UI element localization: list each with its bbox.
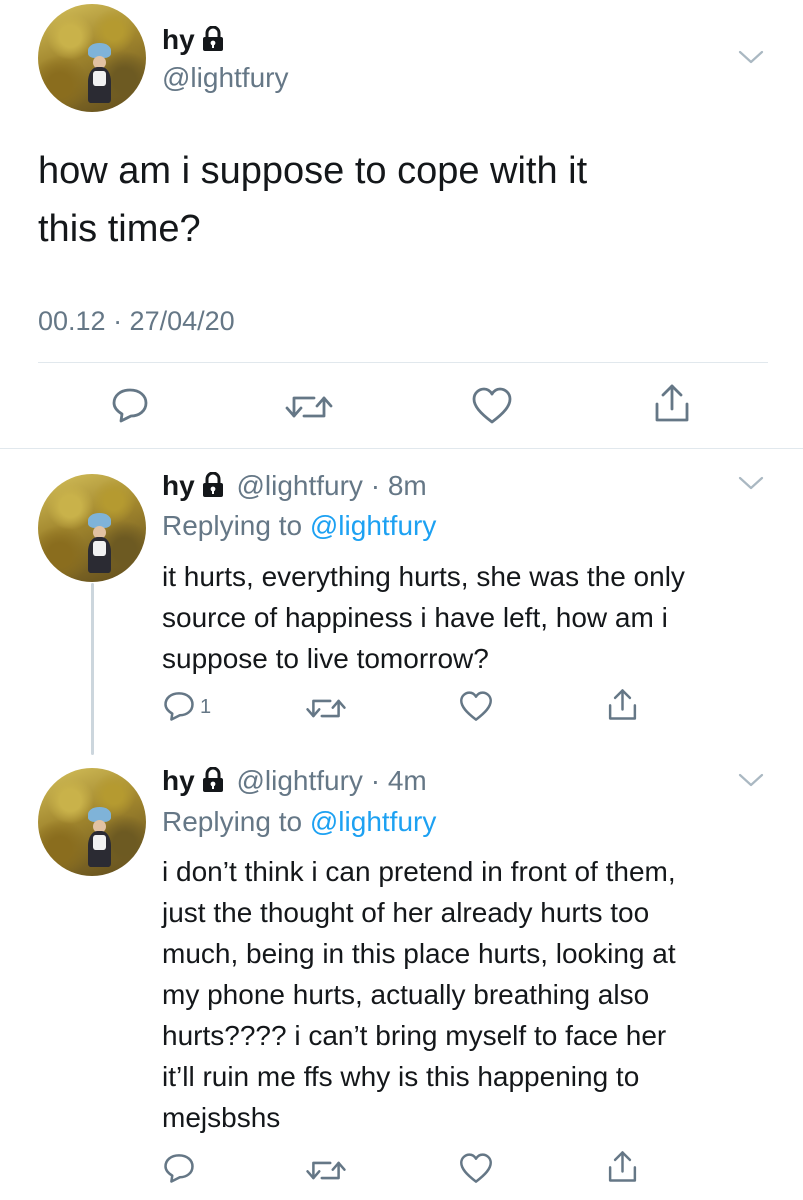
reply-icon[interactable] [162,1152,196,1184]
avatar[interactable] [38,768,146,876]
replying-to: Replying to @lightfury [162,806,436,838]
author-name-text: hy [162,24,195,55]
reply-icon[interactable] [162,690,196,722]
thread-line [91,583,94,755]
handle-time[interactable]: @lightfury · 4m [236,765,426,796]
like-icon[interactable] [458,1152,494,1185]
reply-text-line: i don’t think i can pretend in front of … [162,856,676,887]
chevron-down-icon[interactable] [737,48,765,66]
tweet-text-line: this time? [38,208,201,250]
tweet-text: how am i suppose to cope with it this ti… [38,142,587,258]
handle-time[interactable]: @lightfury · 8m [236,470,426,501]
replying-to-label: Replying to [162,806,310,837]
share-icon[interactable] [652,382,692,424]
lock-icon [202,767,223,792]
reply-header: hy @lightfury · 8m [162,470,427,502]
replying-to: Replying to @lightfury [162,510,436,542]
divider [38,362,768,363]
reply-header: hy @lightfury · 4m [162,765,427,797]
reply-text-line: suppose to live tomorrow? [162,643,489,674]
reply-icon[interactable] [110,386,150,424]
avatar[interactable] [38,474,146,582]
lock-icon [202,26,223,51]
tweet-text-line: how am i suppose to cope with it [38,150,588,192]
chevron-down-icon[interactable] [737,474,765,492]
reply-text-line: hurts???? i can’t bring myself to face h… [162,1020,667,1051]
share-icon[interactable] [606,1149,639,1184]
reply-text: it hurts, everything hurts, she was the … [162,556,685,679]
author-name[interactable]: hy [162,470,195,501]
replying-to-mention[interactable]: @lightfury [310,510,436,541]
reply-text-line: source of happiness i have left, how am … [162,602,668,633]
replying-to-mention[interactable]: @lightfury [310,806,436,837]
reply-text-line: mejsbshs [162,1102,281,1133]
reply-text-line: my phone hurts, actually breathing also [162,979,650,1010]
tweet-timestamp[interactable]: 00.12 · 27/04/20 [38,306,235,337]
reply-count: 1 [200,696,212,718]
lock-icon [202,472,223,497]
reply-text-line: it’ll ruin me ffs why is this happening … [162,1061,640,1092]
like-icon[interactable] [458,690,494,723]
author-name[interactable]: hy [162,24,225,56]
chevron-down-icon[interactable] [737,771,765,789]
reply-text: i don’t think i can pretend in front of … [162,851,676,1138]
divider [0,448,803,449]
avatar[interactable] [38,4,146,112]
replying-to-label: Replying to [162,510,310,541]
retweet-icon[interactable] [305,1156,347,1185]
retweet-icon[interactable] [305,694,347,723]
retweet-icon[interactable] [284,390,334,424]
share-icon[interactable] [606,687,639,722]
author-handle[interactable]: @lightfury [162,62,288,94]
author-name[interactable]: hy [162,765,195,796]
reply-text-line: it hurts, everything hurts, she was the … [162,561,685,592]
reply-text-line: just the thought of her already hurts to… [162,897,650,928]
like-icon[interactable] [470,386,514,426]
reply-text-line: much, being in this place hurts, looking… [162,938,676,969]
